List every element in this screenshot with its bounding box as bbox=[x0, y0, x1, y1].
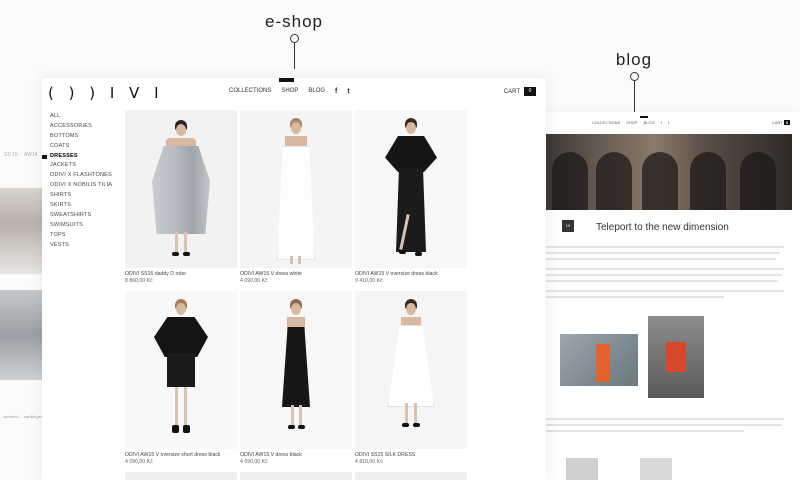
blog-page-mock: COLLECTIONS SHOP BLOG f t CART 0 19 Tele… bbox=[540, 112, 800, 480]
blog-photo bbox=[566, 458, 598, 480]
paragraph-line bbox=[544, 290, 784, 292]
background-collection-page: SS 15 AW14 ...workers / ...cartilla year… bbox=[0, 140, 48, 480]
facebook-icon[interactable]: f bbox=[335, 88, 337, 95]
product-card[interactable]: ODIVI SS15 SILK DRESS 4 810,00 Kč bbox=[355, 291, 467, 466]
paragraph-line bbox=[544, 296, 724, 298]
product-price: 4 090,00 Kč bbox=[240, 278, 268, 284]
twitter-icon[interactable]: t bbox=[347, 88, 349, 95]
blog-photo bbox=[640, 458, 672, 480]
post-title[interactable]: Teleport to the new dimension bbox=[596, 222, 729, 233]
product-name[interactable]: ODIVI SS16 daddy D robe bbox=[125, 271, 237, 278]
post-date-badge: 19 bbox=[562, 220, 574, 232]
product-image[interactable] bbox=[125, 110, 237, 268]
blog-nav: COLLECTIONS SHOP BLOG f t bbox=[592, 116, 669, 125]
product-price: 9 410,00 Kč bbox=[355, 278, 383, 284]
product-price: 4 810,00 Kč bbox=[355, 459, 383, 465]
nav-blog[interactable]: BLOG bbox=[308, 88, 325, 95]
product-card-partial bbox=[355, 472, 467, 480]
cart-count: 0 bbox=[524, 87, 536, 96]
product-card[interactable]: ODIVI AW15 V oversize dress black 9 410,… bbox=[355, 110, 467, 285]
collection-photo bbox=[0, 188, 44, 274]
product-image[interactable] bbox=[125, 291, 237, 449]
sidebar-item-odivi-x-nobilis-tilia[interactable]: ODIVI X NOBILIS TILIA bbox=[50, 181, 112, 191]
nav-blog[interactable]: BLOG bbox=[644, 120, 655, 125]
cart-count: 0 bbox=[783, 120, 790, 125]
paragraph-line bbox=[544, 424, 782, 426]
product-price: 4 090,00 Kč bbox=[240, 459, 268, 465]
paragraph-line bbox=[544, 268, 784, 270]
paragraph-line bbox=[544, 418, 784, 420]
sidebar-item-odivi-x-flashtones[interactable]: ODIVI X FLASHTONES bbox=[50, 171, 112, 181]
callout-ring-icon bbox=[629, 72, 639, 81]
product-card[interactable]: ODIVI AW15 V oversize short dress black … bbox=[125, 291, 237, 466]
paragraph-line bbox=[544, 430, 744, 432]
active-nav-indicator bbox=[279, 78, 294, 82]
nav-collections[interactable]: COLLECTIONS bbox=[592, 120, 620, 125]
product-price: 8 860,00 Kč bbox=[125, 278, 153, 284]
product-price: 4 090,00 Kč bbox=[125, 459, 153, 465]
eshop-callout-label: e-shop bbox=[265, 12, 323, 31]
cart-label: CART bbox=[503, 88, 520, 95]
nav-shop[interactable]: SHOP bbox=[626, 120, 637, 125]
blog-hero-photo bbox=[544, 134, 792, 210]
cart-label: CART bbox=[771, 120, 783, 125]
main-nav: COLLECTIONS SHOP BLOG f t bbox=[229, 88, 350, 95]
product-name[interactable]: ODIVI AW15 V dress white bbox=[240, 271, 352, 278]
product-card-partial bbox=[125, 472, 237, 480]
sidebar-item-tops[interactable]: TOPS bbox=[50, 231, 112, 241]
sidebar-item-shirts[interactable]: SHIRTS bbox=[50, 191, 112, 201]
active-nav-indicator bbox=[640, 116, 648, 118]
paragraph-line bbox=[544, 280, 778, 282]
category-sidebar: ALL ACCESSORIES BOTTOMS COATS DRESSES JA… bbox=[42, 112, 112, 251]
sidebar-item-all[interactable]: ALL bbox=[50, 112, 112, 122]
cart-button[interactable]: CART 0 bbox=[504, 87, 536, 96]
product-card[interactable]: ODIVI AW15 V dress black 4 090,00 Kč bbox=[240, 291, 352, 466]
product-card[interactable]: ODIVI AW15 V dress white 4 090,00 Kč bbox=[240, 110, 352, 285]
nav-collections[interactable]: COLLECTIONS bbox=[229, 88, 271, 95]
twitter-icon[interactable]: t bbox=[668, 120, 669, 125]
product-name[interactable]: ODIVI AW15 V dress black bbox=[240, 452, 352, 459]
product-image[interactable] bbox=[355, 110, 467, 268]
nav-shop[interactable]: SHOP bbox=[281, 88, 298, 95]
product-name[interactable]: ODIVI AW15 V oversize short dress black bbox=[125, 452, 237, 459]
paragraph-line bbox=[544, 274, 782, 276]
collection-photo bbox=[0, 290, 44, 380]
season-tag: AW14 bbox=[24, 152, 38, 158]
sidebar-item-bottoms[interactable]: BOTTOMS bbox=[50, 132, 112, 142]
paragraph-line bbox=[544, 258, 776, 260]
sidebar-item-skirts[interactable]: SKIRTS bbox=[50, 201, 112, 211]
sidebar-item-vests[interactable]: VESTS bbox=[50, 241, 112, 251]
sidebar-item-sweatshirts[interactable]: SWEATSHIRTS bbox=[50, 211, 112, 221]
eshop-page: ( ) ) I V I COLLECTIONS SHOP BLOG f t CA… bbox=[42, 78, 546, 480]
paragraph-line bbox=[544, 246, 784, 248]
blog-cart[interactable]: CART 0 bbox=[772, 120, 790, 125]
product-image[interactable] bbox=[240, 291, 352, 449]
product-name[interactable]: ODIVI AW15 V oversize dress black bbox=[355, 271, 467, 278]
brand-logo[interactable]: ( ) ) I V I bbox=[48, 84, 164, 102]
sidebar-item-swimsuits[interactable]: SWIMSUITS bbox=[50, 221, 112, 231]
product-name[interactable]: ODIVI SS15 SILK DRESS bbox=[355, 452, 467, 459]
sidebar-item-dresses[interactable]: DRESSES bbox=[42, 152, 112, 162]
callout-ring-icon bbox=[289, 34, 299, 43]
sidebar-item-accessories[interactable]: ACCESSORIES bbox=[50, 122, 112, 132]
season-tag: SS 15 bbox=[4, 152, 18, 158]
product-image[interactable] bbox=[355, 291, 467, 449]
facebook-icon[interactable]: f bbox=[661, 120, 662, 125]
blog-photo bbox=[648, 316, 704, 398]
eshop-callout: e-shop bbox=[262, 12, 326, 69]
collection-caption: ...workers / ...cartilla years bbox=[0, 414, 47, 419]
sidebar-item-jackets[interactable]: JACKETS bbox=[50, 161, 112, 171]
blog-photo bbox=[560, 334, 638, 386]
sidebar-item-coats[interactable]: COATS bbox=[50, 142, 112, 152]
blog-callout-label: blog bbox=[615, 50, 653, 69]
product-image[interactable] bbox=[240, 110, 352, 268]
callout-stem bbox=[293, 43, 295, 69]
product-card-partial bbox=[240, 472, 352, 480]
product-card[interactable]: ODIVI SS16 daddy D robe 8 860,00 Kč bbox=[125, 110, 237, 285]
paragraph-line bbox=[544, 252, 780, 254]
